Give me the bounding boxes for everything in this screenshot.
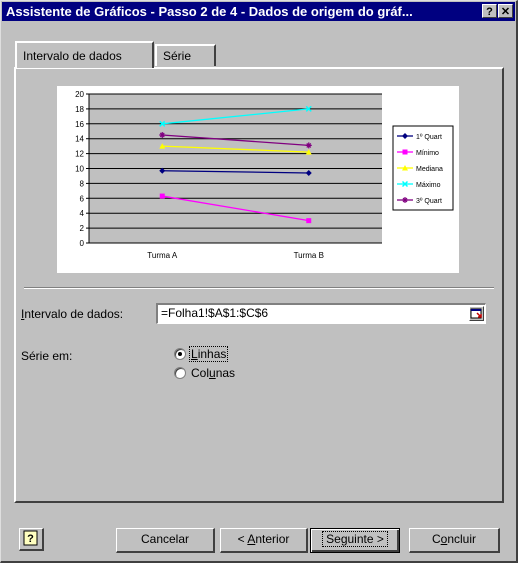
- tab-series[interactable]: Série: [155, 44, 216, 66]
- y-tick-label: 10: [75, 165, 84, 174]
- y-tick-label: 4: [80, 209, 85, 218]
- data-range-input[interactable]: =Folha1!$A$1:$C$6: [156, 303, 486, 324]
- tab-series-label: Série: [163, 49, 192, 63]
- chart-wizard-dialog: Assistente de Gráficos - Passo 2 de 4 - …: [0, 0, 518, 563]
- radio-selected-dot: [178, 352, 182, 356]
- collapse-dialog-button[interactable]: [469, 306, 484, 321]
- radio-rows[interactable]: [174, 348, 186, 360]
- title-bar: Assistente de Gráficos - Passo 2 de 4 - …: [2, 2, 515, 21]
- data-range-value: =Folha1!$A$1:$C$6: [161, 306, 269, 320]
- data-range-label: Intervalo de dados:: [21, 307, 124, 321]
- y-tick-label: 8: [80, 179, 85, 188]
- help-question-icon: ?: [23, 530, 38, 546]
- next-button[interactable]: Seguinte >: [310, 528, 400, 553]
- data-point: [306, 218, 312, 224]
- data-point: [159, 193, 165, 199]
- series-in-label: Série em:: [21, 349, 73, 363]
- tab-data-range-label: Intervalo de dados: [23, 49, 122, 63]
- y-tick-label: 2: [80, 224, 85, 233]
- legend-marker: [402, 149, 408, 155]
- y-tick-label: 18: [75, 105, 84, 114]
- y-tick-label: 0: [80, 239, 85, 248]
- collapse-dialog-icon: [470, 308, 482, 319]
- y-tick-label: 16: [75, 120, 84, 129]
- x-tick-label: Turma B: [294, 251, 324, 260]
- y-tick-label: 6: [80, 194, 85, 203]
- radio-columns-label[interactable]: Colunas: [191, 366, 235, 380]
- radio-columns[interactable]: [174, 367, 186, 379]
- y-tick-label: 12: [75, 150, 84, 159]
- help-title-button[interactable]: ?: [482, 4, 497, 18]
- line-chart: 0 2 4 6 8 10 12 14 16 18 20 Turma A Turma B 1º Quart M…: [75, 90, 454, 260]
- svg-text:?: ?: [27, 533, 34, 545]
- close-button[interactable]: ✕: [498, 4, 513, 18]
- window-title: Assistente de Gráficos - Passo 2 de 4 - …: [6, 4, 413, 19]
- close-icon: ✕: [500, 6, 511, 18]
- legend-label: Mínimo: [416, 150, 439, 157]
- legend-label: Máximo: [416, 182, 441, 189]
- tab-panel: 0 2 4 6 8 10 12 14 16 18 20 Turma A Turma B 1º Quart M…: [14, 67, 504, 503]
- back-button[interactable]: < Anterior: [220, 528, 308, 553]
- legend-label: 1º Quart: [416, 134, 442, 141]
- x-tick-label: Turma A: [147, 251, 178, 260]
- y-tick-label: 14: [75, 135, 84, 144]
- question-icon: ?: [486, 6, 493, 18]
- office-assistant-button[interactable]: ?: [19, 528, 44, 551]
- radio-rows-label[interactable]: Linhas: [188, 346, 229, 362]
- legend-label: 3º Quart: [416, 198, 442, 205]
- y-tick-label: 20: [75, 90, 84, 99]
- tab-data-range[interactable]: Intervalo de dados: [15, 41, 154, 68]
- finish-button[interactable]: Concluir: [409, 528, 500, 553]
- cancel-button[interactable]: Cancelar: [116, 528, 215, 553]
- chart-preview: 0 2 4 6 8 10 12 14 16 18 20 Turma A Turma B 1º Quart M…: [57, 86, 459, 273]
- separator: [24, 287, 494, 289]
- legend-label: Mediana: [416, 166, 443, 173]
